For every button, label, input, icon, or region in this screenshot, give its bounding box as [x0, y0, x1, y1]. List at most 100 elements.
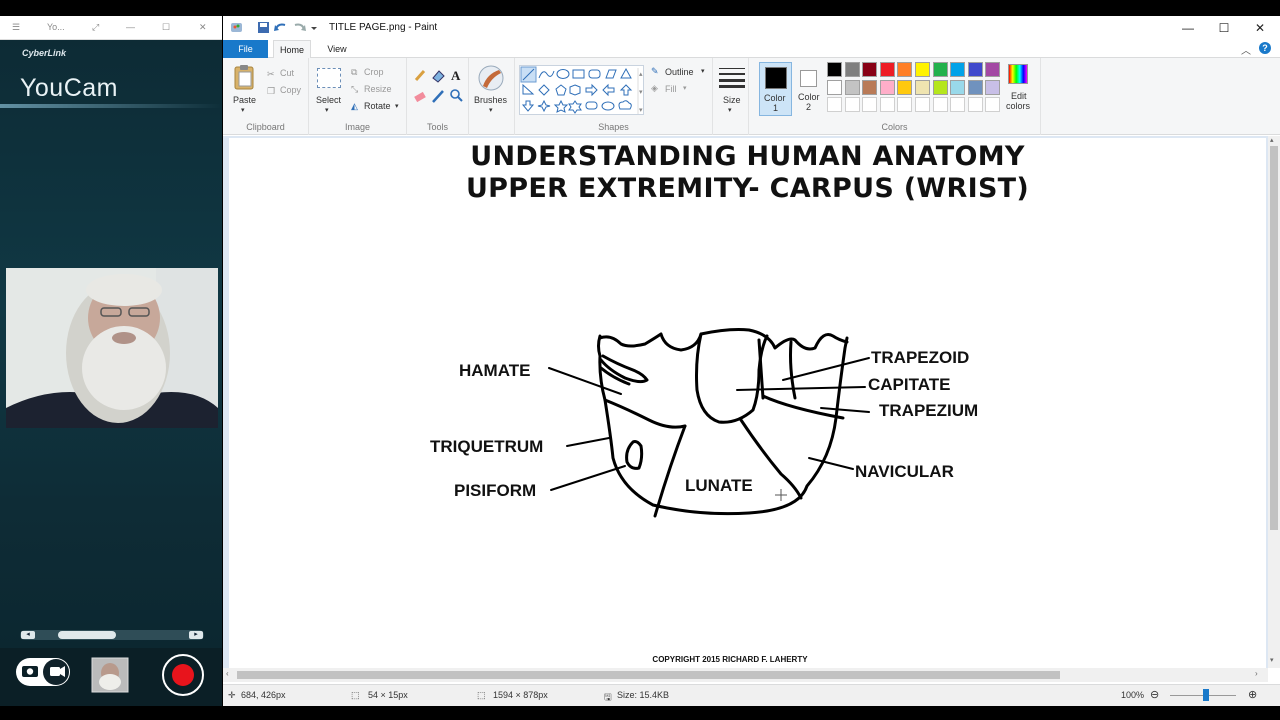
paste-button[interactable]: Paste	[233, 95, 256, 105]
vertical-scrollbar[interactable]: ▴ ▾	[1268, 136, 1280, 668]
palette-swatch[interactable]	[897, 62, 913, 77]
collapse-ribbon-icon[interactable]: ︿	[1241, 42, 1251, 57]
custom-color-slot[interactable]	[897, 97, 913, 112]
rotate-dropdown-icon[interactable]: ▾	[395, 102, 399, 110]
palette-swatch[interactable]	[950, 62, 966, 77]
resize-button[interactable]: Resize	[364, 84, 392, 94]
palette-swatch[interactable]	[915, 62, 930, 77]
custom-color-slot[interactable]	[879, 97, 895, 112]
size-dropdown-icon[interactable]: ▾	[728, 106, 732, 114]
palette-swatch[interactable]	[827, 79, 842, 95]
svg-text:▾: ▾	[639, 107, 643, 114]
palette-swatch[interactable]	[862, 79, 878, 95]
custom-color-slot[interactable]	[932, 97, 948, 112]
tab-file[interactable]: File	[223, 40, 268, 58]
tools-group: A Tools	[407, 58, 469, 135]
zoom-slider-thumb[interactable]	[1203, 689, 1209, 701]
menu-icon[interactable]: ☰	[12, 22, 20, 33]
record-button[interactable]	[162, 654, 204, 696]
custom-color-slot[interactable]	[985, 97, 1001, 112]
scroll-up-icon[interactable]: ▴	[1270, 136, 1274, 144]
palette-swatch[interactable]	[862, 62, 878, 77]
palette-swatch[interactable]	[844, 79, 860, 95]
custom-color-slot[interactable]	[862, 97, 878, 112]
minimize-button[interactable]: —	[126, 22, 135, 32]
select-icon[interactable]	[317, 68, 341, 88]
paste-dropdown-icon[interactable]: ▾	[241, 106, 245, 114]
size-icon[interactable]	[719, 68, 745, 88]
clipboard-group: Paste ▾ ✂ Cut ❐ Copy Clipboard	[223, 58, 309, 135]
youcam-scrollbar[interactable]: ◂ ▸	[20, 630, 204, 640]
scroll-thumb[interactable]	[58, 631, 116, 639]
edit-colors-button[interactable]: Edit colors	[1005, 64, 1031, 114]
scroll-right-button[interactable]: ▸	[189, 631, 203, 639]
fill-button[interactable]: Fill	[665, 84, 677, 94]
scroll-left-button[interactable]: ◂	[21, 631, 35, 639]
palette-swatch[interactable]	[844, 62, 860, 77]
palette-swatch[interactable]	[985, 79, 1001, 95]
color-picker-icon[interactable]	[432, 90, 444, 103]
copy-button[interactable]: Copy	[280, 85, 301, 95]
custom-color-slot[interactable]	[950, 97, 966, 112]
file-size: Size: 15.4KB	[617, 690, 670, 700]
maximize-button[interactable]: ☐	[1206, 16, 1242, 40]
cut-button[interactable]: Cut	[280, 68, 294, 78]
text-icon[interactable]: A	[451, 68, 461, 83]
magnifier-icon[interactable]	[450, 89, 463, 102]
close-button[interactable]: ✕	[1242, 16, 1278, 40]
custom-color-slot[interactable]	[915, 97, 930, 112]
select-dropdown-icon[interactable]: ▾	[325, 106, 329, 114]
youcam-window: ☰ Yo... ⤢ — ☐ ✕ CyberLink YouCam ◂ ▸	[0, 16, 222, 706]
undo-icon	[274, 23, 286, 31]
zoom-in-button[interactable]: ⊕	[1248, 688, 1257, 701]
camera-mode-toggle[interactable]	[16, 658, 70, 686]
palette-swatch[interactable]	[827, 62, 842, 77]
horizontal-scroll-thumb[interactable]	[237, 671, 1060, 679]
maximize-button[interactable]: ☐	[162, 22, 170, 33]
shapes-gallery[interactable]: ▴ ▾ ▾	[519, 65, 644, 115]
scroll-right-icon[interactable]: ›	[1255, 669, 1258, 678]
brushes-dropdown-icon[interactable]: ▾	[489, 106, 493, 114]
palette-swatch[interactable]	[932, 79, 948, 95]
size-button[interactable]: Size	[723, 95, 741, 105]
select-button[interactable]: Select	[316, 95, 341, 105]
scroll-down-icon[interactable]: ▾	[1270, 656, 1274, 664]
tab-home[interactable]: Home	[273, 40, 311, 58]
vertical-scroll-thumb[interactable]	[1270, 146, 1278, 530]
drawing-canvas[interactable]: UNDERSTANDING HUMAN ANATOMY UPPER EXTREM…	[229, 138, 1266, 668]
brush-icon[interactable]	[477, 64, 505, 92]
zoom-out-button[interactable]: ⊖	[1150, 688, 1159, 701]
palette-swatch[interactable]	[897, 79, 913, 95]
palette-swatch[interactable]	[985, 62, 1001, 77]
palette-swatch[interactable]	[950, 79, 966, 95]
palette-swatch[interactable]	[932, 62, 948, 77]
help-icon[interactable]: ?	[1259, 42, 1271, 54]
rotate-button[interactable]: Rotate	[364, 101, 391, 111]
snapshot-thumbnail[interactable]	[91, 657, 129, 693]
palette-swatch[interactable]	[967, 62, 983, 77]
horizontal-scrollbar[interactable]: ‹ ›	[223, 668, 1268, 682]
palette-swatch[interactable]	[967, 79, 983, 95]
crop-button[interactable]: Crop	[364, 67, 384, 77]
palette-swatch[interactable]	[915, 79, 930, 95]
eraser-icon[interactable]	[414, 91, 426, 103]
outline-dropdown-icon[interactable]: ▾	[701, 67, 705, 75]
custom-color-slot[interactable]	[967, 97, 983, 112]
pencil-icon[interactable]	[414, 70, 426, 81]
tab-view[interactable]: View	[319, 40, 355, 58]
brushes-button[interactable]: Brushes	[474, 95, 507, 105]
palette-swatch[interactable]	[879, 62, 895, 77]
minimize-button[interactable]: —	[1170, 16, 1206, 40]
outline-button[interactable]: Outline	[665, 67, 694, 77]
scroll-left-icon[interactable]: ‹	[226, 669, 229, 678]
quick-access-toolbar	[231, 22, 317, 33]
fill-icon[interactable]	[432, 70, 445, 83]
custom-color-slot[interactable]	[844, 97, 860, 112]
palette-swatch[interactable]	[879, 79, 895, 95]
custom-color-slot[interactable]	[827, 97, 842, 112]
expand-icon[interactable]: ⤢	[92, 22, 99, 33]
fill-dropdown-icon[interactable]: ▾	[683, 84, 687, 92]
close-button[interactable]: ✕	[199, 22, 207, 33]
paste-icon[interactable]	[233, 64, 257, 92]
rotate-icon: ◭	[351, 101, 358, 111]
